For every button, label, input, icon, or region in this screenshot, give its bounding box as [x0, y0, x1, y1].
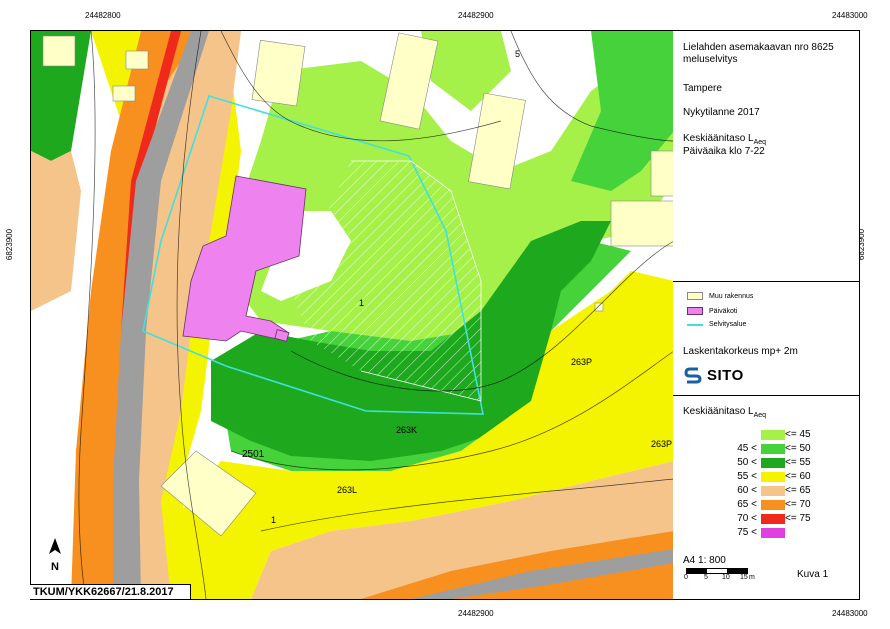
coord-x-top-right: 24483000: [832, 11, 868, 20]
metric-subscript: Aeq: [753, 139, 767, 146]
level-swatch: [761, 471, 785, 482]
map-label: 1: [359, 298, 365, 308]
legend-symbol-daycare: Päiväkoti: [687, 307, 737, 315]
sito-logo: SITO: [683, 365, 744, 385]
legend-symbol-study-area: Selvitysalue: [687, 321, 746, 328]
level-low: 45 <: [737, 443, 757, 454]
map-label: 263P: [651, 439, 673, 449]
metric-label: Keskiäänitaso L: [683, 133, 754, 144]
level-low: 60 <: [737, 485, 757, 496]
legend-symbol-other-building: Muu rakennus: [687, 292, 753, 300]
level-row: 65 < <= 70: [735, 499, 827, 510]
level-low: 55 <: [737, 471, 757, 482]
level-swatch: [761, 499, 785, 510]
scale-bar-segment: [727, 569, 747, 573]
map-scale-text: A4 1: 800: [683, 555, 726, 566]
figure-number: Kuva 1: [797, 569, 829, 580]
level-row: 70 < <= 75: [735, 513, 827, 524]
symbol-label: Selvitysalue: [709, 321, 747, 328]
level-high: <= 65: [785, 485, 811, 496]
scale-tick-label: 5: [704, 574, 708, 581]
divider: [673, 281, 859, 282]
scale-bar-segment: [707, 569, 727, 573]
level-swatch: [761, 443, 785, 454]
level-low: 70 <: [737, 513, 757, 524]
coord-x-top-mid: 24482900: [458, 11, 494, 20]
level-low: 75 <: [737, 527, 757, 538]
north-arrow-icon: N: [49, 538, 61, 573]
map-label: 2501: [242, 449, 265, 460]
divider: [673, 395, 859, 396]
sito-wordmark: SITO: [707, 366, 744, 384]
scale-title: Keskiäänitaso LAeq: [683, 406, 766, 422]
level-high: <= 60: [785, 471, 811, 482]
legend-panel: Lielahden asemakaavan nro 8625 meluselvi…: [673, 30, 860, 600]
coord-y-left: 6823900: [5, 228, 15, 261]
coord-x-bottom-mid: 24482900: [458, 609, 494, 618]
level-row: 75 <: [735, 527, 827, 538]
other-building-swatch: [687, 292, 703, 300]
symbol-label: Muu rakennus: [709, 292, 754, 300]
building-other: [42, 35, 76, 67]
building-other: [125, 50, 149, 70]
level-high: <= 55: [785, 457, 811, 468]
level-swatch: [761, 513, 785, 524]
coord-x-top-left: 24482800: [85, 11, 121, 20]
time-period-text: Päiväaika klo 7-22: [683, 146, 765, 157]
building-other: [610, 200, 674, 247]
level-row: 55 < <= 60: [735, 471, 827, 482]
scale-tick-label: 0: [684, 574, 688, 581]
scale-bar-segment: [687, 569, 707, 573]
level-high: <= 70: [785, 499, 811, 510]
building-other: [650, 150, 674, 197]
location-text: Tampere: [683, 83, 722, 94]
level-swatch: [761, 429, 785, 440]
level-swatch: [761, 457, 785, 468]
symbol-label: Päiväkoti: [709, 307, 738, 315]
level-row: 45 < <= 50: [735, 443, 827, 454]
noise-map[interactable]: 5 1 263P 263K 263P 2501 263L 1 N: [30, 30, 675, 600]
building-other: [112, 85, 136, 102]
scenario-text: Nykytilanne 2017: [683, 107, 760, 118]
map-title-line1: Lielahden asemakaavan nro 8625: [683, 42, 834, 53]
map-label: 263K: [396, 425, 418, 435]
level-swatch: [761, 527, 785, 538]
level-row: 60 < <= 65: [735, 485, 827, 496]
scale-bar: [686, 568, 748, 574]
daycare-swatch: [687, 307, 703, 315]
map-title-line2: meluselvitys: [683, 54, 738, 65]
svg-text:N: N: [51, 561, 59, 573]
level-high: <= 45: [785, 429, 811, 440]
level-row: <= 45: [735, 429, 827, 440]
map-label: 263L: [337, 485, 358, 495]
map-label: 1: [271, 515, 277, 525]
noise-map-svg: [31, 31, 674, 599]
level-high: <= 75: [785, 513, 811, 524]
study-area-swatch: [687, 323, 703, 326]
coord-x-bottom-right: 24483000: [832, 609, 868, 618]
calculation-height: Laskentakorkeus mp+ 2m: [683, 346, 798, 357]
building-other: [594, 302, 604, 312]
level-low: 65 <: [737, 499, 757, 510]
level-high: <= 50: [785, 443, 811, 454]
scale-tick-label: 10: [722, 574, 730, 581]
sito-logo-icon: [684, 367, 702, 384]
level-swatch: [761, 485, 785, 496]
scale-tick-label: 15: [740, 574, 748, 581]
map-label: 263P: [571, 357, 593, 367]
document-stamp: TKUM/YKK62667/21.8.2017: [30, 584, 191, 599]
scale-title-label: Keskiäänitaso L: [683, 406, 754, 417]
level-row: 50 < <= 55: [735, 457, 827, 468]
level-low: 50 <: [737, 457, 757, 468]
scale-title-subscript: Aeq: [753, 412, 767, 419]
map-label: 5: [515, 49, 521, 59]
scale-unit: m: [749, 574, 755, 581]
